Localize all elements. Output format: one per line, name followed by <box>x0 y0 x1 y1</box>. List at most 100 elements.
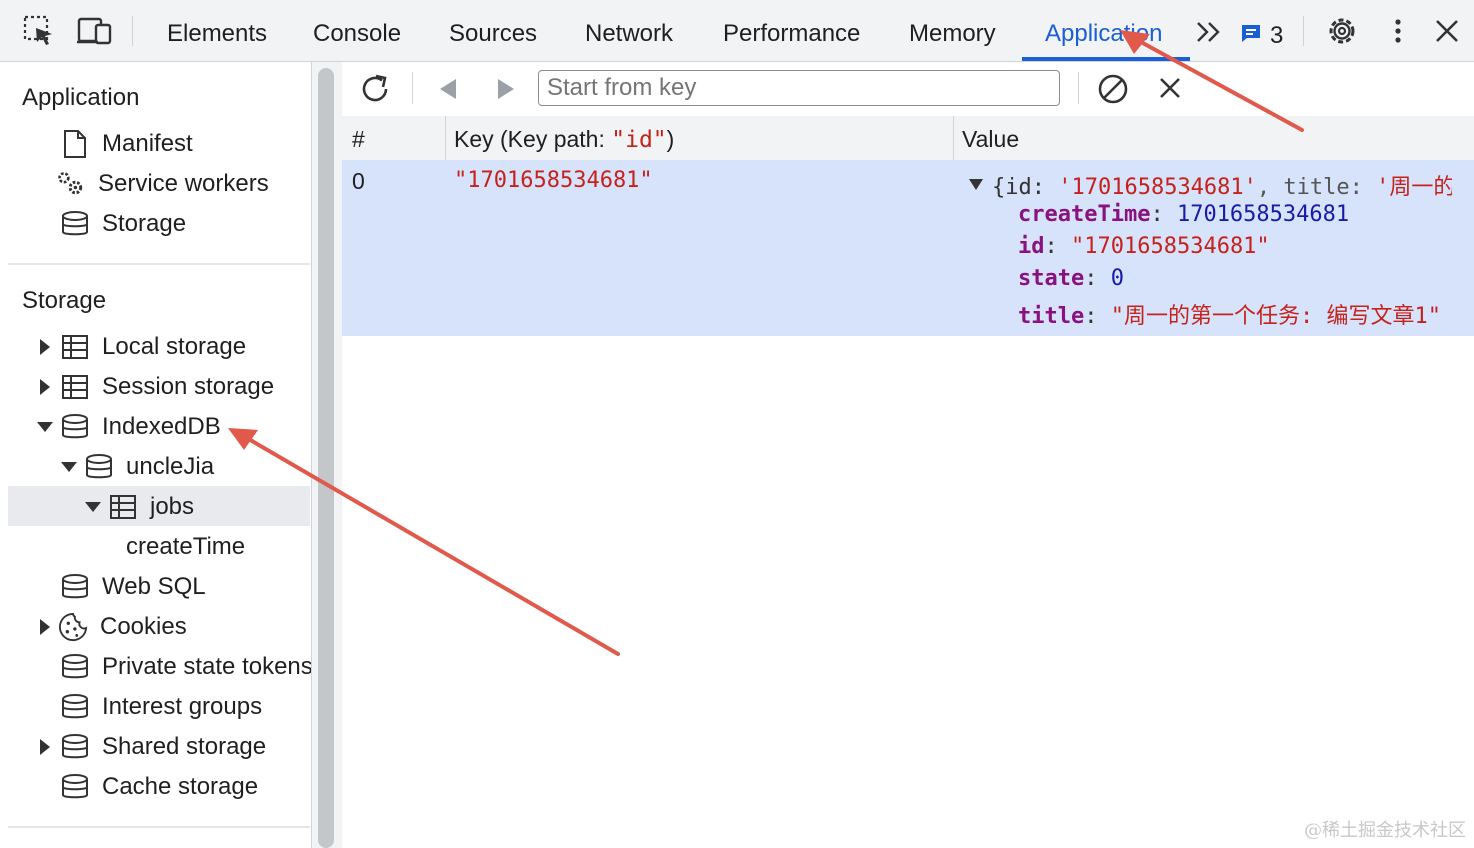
database-icon <box>60 692 90 722</box>
data-view-toolbar <box>342 62 1474 117</box>
active-tab-indicator <box>1022 57 1190 61</box>
close-icon[interactable] <box>1432 14 1466 48</box>
field-value: "1701658534681" <box>1071 234 1270 259</box>
field-key: title <box>1018 304 1085 329</box>
devtools-tabbar: Elements Console Sources Network Perform… <box>0 0 1474 62</box>
database-icon <box>60 772 90 802</box>
sidebar-item-storage[interactable]: Storage <box>60 204 186 244</box>
gears-icon <box>56 169 86 199</box>
clear-object-store-icon[interactable] <box>1096 72 1130 111</box>
key-header-prefix: Key (Key path: <box>454 126 612 152</box>
sidebar-item-service-workers[interactable]: Service workers <box>56 164 269 204</box>
sidebar-item-private-state-tokens[interactable]: Private state tokens <box>60 647 312 687</box>
sidebar-item-label: Session storage <box>102 373 275 400</box>
toolbar-divider <box>1078 72 1079 104</box>
database-icon <box>60 572 90 602</box>
expand-arrow-session-storage[interactable] <box>40 379 50 395</box>
value-field-title: title: "周一的第一个任务: 编写文章1" <box>1018 304 1441 329</box>
column-header-index[interactable]: # <box>352 126 365 153</box>
sidebar-item-label: Storage <box>102 210 187 237</box>
section-divider <box>8 263 310 265</box>
field-value: "周一的第一个任务: 编写文章1" <box>1110 304 1441 329</box>
collapse-arrow-indexeddb[interactable] <box>37 422 53 432</box>
sidebar-item-label: IndexedDB <box>102 413 221 440</box>
sidebar-item-session-storage[interactable]: Session storage <box>60 367 274 407</box>
sidebar-item-label: jobs <box>150 493 195 520</box>
value-field-state: state: 0 <box>1018 266 1124 291</box>
database-icon <box>60 412 90 442</box>
kebab-menu-icon[interactable] <box>1388 14 1422 48</box>
tab-console[interactable]: Console <box>313 20 401 48</box>
field-key: createTime <box>1018 202 1151 227</box>
sidebar-item-label: Manifest <box>102 130 193 157</box>
column-header-value[interactable]: Value <box>962 126 1019 153</box>
collapse-arrow-database[interactable] <box>61 462 77 472</box>
tab-performance[interactable]: Performance <box>723 20 860 48</box>
expand-arrow-local-storage[interactable] <box>40 339 50 355</box>
sidebar-item-manifest[interactable]: Manifest <box>60 124 193 164</box>
gear-icon[interactable] <box>1325 14 1359 48</box>
sidebar-item-label: Local storage <box>102 333 247 360</box>
collapse-arrow-object-store[interactable] <box>85 502 101 512</box>
value-summary-sep: , title: <box>1256 175 1377 200</box>
start-from-key-input[interactable] <box>538 70 1060 106</box>
sidebar-item-index-createtime[interactable]: createTime <box>126 527 245 567</box>
sidebar-item-shared-storage[interactable]: Shared storage <box>60 727 266 767</box>
tab-memory[interactable]: Memory <box>909 20 996 48</box>
sidebar-item-label: createTime <box>126 533 246 560</box>
table-row[interactable]: 0 "1701658534681" {id: '1701658534681', … <box>342 160 1474 336</box>
field-value: 1701658534681 <box>1176 202 1350 227</box>
toolbar-divider <box>412 72 413 104</box>
table-icon <box>108 492 138 522</box>
sidebar-item-label: Private state tokens <box>102 653 312 680</box>
toolbar-divider <box>1303 16 1304 46</box>
value-summary-id: '1701658534681' <box>1058 175 1257 200</box>
inspect-element-icon[interactable] <box>22 14 56 48</box>
database-icon <box>60 209 90 239</box>
tab-network[interactable]: Network <box>585 20 673 48</box>
tab-elements[interactable]: Elements <box>167 20 267 48</box>
column-header-key[interactable]: Key (Key path: "id") <box>454 126 674 153</box>
sidebar-item-cache-storage[interactable]: Cache storage <box>60 767 258 807</box>
expand-arrow-cookies[interactable] <box>40 619 50 635</box>
field-key: state <box>1018 266 1085 291</box>
key-header-suffix: ) <box>666 126 675 152</box>
sidebar-item-local-storage[interactable]: Local storage <box>60 327 246 367</box>
application-sidebar: Application Manifest Service workers Sto… <box>0 62 312 848</box>
tab-application[interactable]: Application <box>1045 20 1162 48</box>
database-icon <box>84 452 114 482</box>
delete-selected-icon[interactable] <box>1156 74 1184 107</box>
message-icon <box>1240 22 1262 50</box>
sidebar-item-interest-groups[interactable]: Interest groups <box>60 687 262 727</box>
column-divider[interactable] <box>953 116 954 160</box>
sidebar-item-database-unclejia[interactable]: uncleJia <box>84 447 214 487</box>
watermark: @稀土掘金技术社区 <box>1304 820 1466 841</box>
sidebar-item-object-store-jobs[interactable]: jobs <box>108 487 194 527</box>
value-summary-title: '周一的 <box>1376 175 1452 200</box>
expand-arrow-shared-storage[interactable] <box>40 739 50 755</box>
sidebar-item-web-sql[interactable]: Web SQL <box>60 567 206 607</box>
value-summary-open: {id: <box>992 175 1059 200</box>
sidebar-item-label: uncleJia <box>126 453 215 480</box>
cookie-icon <box>58 612 88 642</box>
messages-badge[interactable]: 3 <box>1240 22 1283 50</box>
field-value: 0 <box>1110 266 1124 291</box>
row-index: 0 <box>352 168 365 194</box>
next-page-icon[interactable] <box>494 76 518 107</box>
previous-page-icon[interactable] <box>436 76 460 107</box>
sidebar-item-label: Shared storage <box>102 733 267 760</box>
message-count: 3 <box>1270 22 1284 49</box>
column-divider[interactable] <box>445 116 446 160</box>
database-icon <box>60 652 90 682</box>
tab-sources[interactable]: Sources <box>449 20 537 48</box>
refresh-icon[interactable] <box>358 72 392 111</box>
sidebar-item-indexeddb[interactable]: IndexedDB <box>60 407 221 447</box>
sidebar-item-cookies[interactable]: Cookies <box>58 607 187 647</box>
table-header: # Key (Key path: "id") Value <box>342 116 1474 161</box>
sidebar-scrollbar-thumb[interactable] <box>318 68 334 848</box>
section-title-application: Application <box>22 84 140 111</box>
device-toolbar-icon[interactable] <box>76 14 112 48</box>
more-tabs-icon[interactable] <box>1194 20 1228 54</box>
collapse-value-icon[interactable] <box>968 177 984 196</box>
sidebar-item-label: Interest groups <box>102 693 263 720</box>
